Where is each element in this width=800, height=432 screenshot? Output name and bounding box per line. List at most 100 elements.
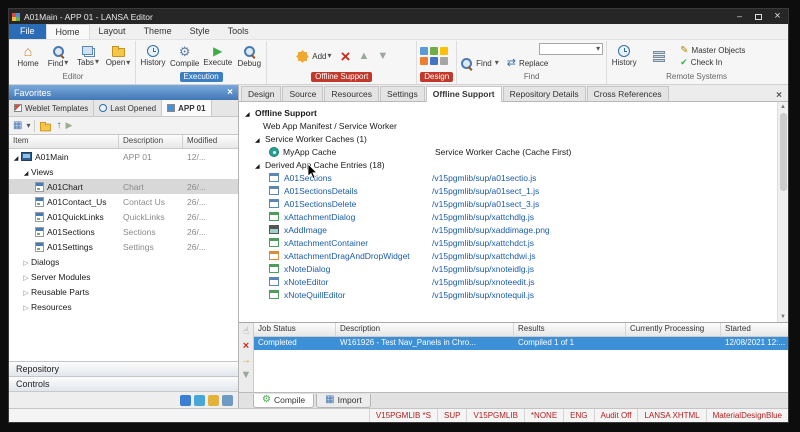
ribbon-tab-tools[interactable]: Tools bbox=[219, 24, 258, 39]
entry-name-link[interactable]: xNoteDialog bbox=[284, 264, 432, 274]
column-job-status[interactable]: Job Status bbox=[254, 323, 336, 336]
cache-entry-row[interactable]: xAddImage /v15pgmlib/sup/xaddimage.png bbox=[239, 223, 777, 236]
cache-entry-row[interactable]: xAttachmentContainer /v15pgmlib/sup/xatt… bbox=[239, 236, 777, 249]
close-panel-icon[interactable] bbox=[227, 88, 233, 98]
promote-icon[interactable] bbox=[243, 327, 249, 337]
entry-name-link[interactable]: xAttachmentDragAndDropWidget bbox=[284, 251, 432, 261]
cache-entry-row[interactable]: A01SectionsDelete /v15pgmlib/sup/a01sect… bbox=[239, 197, 777, 210]
cache-entry-row[interactable]: xAttachmentDialog /v15pgmlib/sup/xattchd… bbox=[239, 210, 777, 223]
entry-name-link[interactable]: xNoteEditor bbox=[284, 277, 432, 287]
export-icon[interactable] bbox=[56, 121, 61, 131]
tree-row[interactable]: A01Sections Sections 26/... bbox=[9, 224, 238, 239]
move-down-icon[interactable] bbox=[241, 370, 252, 381]
collapse-icon[interactable] bbox=[21, 257, 31, 267]
cache-entry-row[interactable]: xAttachmentDragAndDropWidget /v15pgmlib/… bbox=[239, 249, 777, 262]
entry-path-link[interactable]: /v15pgmlib/sup/xnoteedit.js bbox=[432, 277, 535, 287]
cache-entry-row[interactable]: xNoteQuillEditor /v15pgmlib/sup/xnotequi… bbox=[239, 288, 777, 301]
entry-path-link[interactable]: /v15pgmlib/sup/a01sect_1.js bbox=[432, 186, 539, 196]
tree-row-selected[interactable]: A01Chart Chart 26/... bbox=[9, 179, 238, 194]
derived-entries-node[interactable]: Derived App Cache Entries (18) bbox=[239, 158, 777, 171]
tree-row[interactable]: Dialogs bbox=[9, 254, 238, 269]
entry-name-link[interactable]: A01SectionsDetails bbox=[284, 186, 432, 196]
tab-source[interactable]: Source bbox=[282, 86, 323, 101]
ribbon-tab-style[interactable]: Style bbox=[181, 24, 219, 39]
entry-path-link[interactable]: /v15pgmlib/sup/xattchdlg.js bbox=[432, 212, 534, 222]
vertical-scrollbar[interactable]: ▲ ▼ bbox=[777, 102, 788, 322]
remote-server-button[interactable] bbox=[645, 51, 673, 62]
controls-panel-header[interactable]: Controls bbox=[9, 376, 238, 391]
master-objects-button[interactable]: Master Objects bbox=[680, 46, 745, 56]
view-mode-icon[interactable] bbox=[13, 121, 22, 131]
compile-button[interactable]: Compile bbox=[169, 45, 200, 68]
service-worker-caches-node[interactable]: Service Worker Caches (1) bbox=[239, 132, 777, 145]
entry-path-link[interactable]: /v15pgmlib/sup/xnotequil.js bbox=[432, 290, 534, 300]
offline-add-button[interactable]: Add bbox=[295, 50, 332, 63]
entry-path-link[interactable]: /v15pgmlib/sup/xaddimage.png bbox=[432, 225, 550, 235]
entry-name-link[interactable]: xAttachmentDialog bbox=[284, 212, 432, 222]
expand-icon[interactable] bbox=[255, 160, 265, 170]
tree-row[interactable]: A01Settings Settings 26/... bbox=[9, 239, 238, 254]
expand-icon[interactable] bbox=[11, 152, 21, 162]
scroll-down-icon[interactable]: ▼ bbox=[780, 312, 786, 322]
tree-row[interactable]: Views bbox=[9, 164, 238, 179]
entry-path-link[interactable]: /v15pgmlib/sup/xattchdct.js bbox=[432, 238, 534, 248]
design-tools-icons[interactable] bbox=[420, 47, 448, 65]
scrollbar-thumb[interactable] bbox=[780, 113, 787, 191]
tabs-button[interactable]: Tabs bbox=[74, 46, 102, 67]
tree-row[interactable]: A01Contact_Us Contact Us 26/... bbox=[9, 194, 238, 209]
tab-settings[interactable]: Settings bbox=[380, 86, 425, 101]
column-results[interactable]: Results bbox=[514, 323, 626, 336]
cache-entry-row[interactable]: xNoteEditor /v15pgmlib/sup/xnoteedit.js bbox=[239, 275, 777, 288]
execute-button[interactable]: Execute bbox=[202, 45, 233, 67]
move-down-icon[interactable] bbox=[377, 51, 388, 62]
move-up-icon[interactable] bbox=[358, 51, 369, 62]
delete-job-icon[interactable] bbox=[243, 341, 249, 352]
column-started[interactable]: Started bbox=[721, 323, 788, 336]
cache-entry-row[interactable]: xNoteDialog /v15pgmlib/sup/xnoteidlg.js bbox=[239, 262, 777, 275]
entry-path-link[interactable]: /v15pgmlib/sup/a01sect_3.js bbox=[432, 199, 539, 209]
tab-design[interactable]: Design bbox=[241, 86, 281, 101]
resubmit-icon[interactable] bbox=[241, 356, 251, 366]
entry-path-link[interactable]: /v15pgmlib/sup/a01sectio.js bbox=[432, 173, 536, 183]
ribbon-tab-home[interactable]: Home bbox=[46, 24, 90, 39]
maximize-button[interactable] bbox=[751, 14, 766, 20]
entry-path-link[interactable]: /v15pgmlib/sup/xnoteidlg.js bbox=[432, 264, 534, 274]
cache-entry-row[interactable]: A01Sections /v15pgmlib/sup/a01sectio.js bbox=[239, 171, 777, 184]
tree-row[interactable]: Resources bbox=[9, 299, 238, 314]
tab-cross-references[interactable]: Cross References bbox=[587, 86, 669, 101]
find-combobox[interactable] bbox=[539, 43, 603, 55]
expand-icon[interactable] bbox=[21, 167, 31, 177]
collapse-icon[interactable] bbox=[21, 287, 31, 297]
tab-repository-details[interactable]: Repository Details bbox=[503, 86, 586, 101]
collapse-icon[interactable] bbox=[21, 272, 31, 282]
column-description[interactable]: Description bbox=[336, 323, 514, 336]
minimize-button[interactable]: – bbox=[732, 9, 747, 24]
run-icon[interactable] bbox=[65, 121, 72, 130]
history-button[interactable]: History bbox=[139, 45, 167, 67]
expand-icon[interactable] bbox=[255, 134, 265, 144]
column-modified[interactable]: Modified bbox=[183, 135, 238, 148]
tab-compile[interactable]: Compile bbox=[253, 394, 314, 408]
cache-entry-row[interactable]: A01SectionsDetails /v15pgmlib/sup/a01sec… bbox=[239, 184, 777, 197]
ribbon-tab-layout[interactable]: Layout bbox=[90, 24, 135, 39]
tab-resources[interactable]: Resources bbox=[324, 86, 379, 101]
find-button[interactable]: Find bbox=[44, 45, 72, 68]
collapse-icon[interactable] bbox=[21, 302, 31, 312]
entry-name-link[interactable]: A01SectionsDelete bbox=[284, 199, 432, 209]
offline-support-root-node[interactable]: Offline Support bbox=[239, 106, 777, 119]
close-button[interactable]: × bbox=[770, 9, 785, 24]
job-row-selected[interactable]: Completed W161926 - Test Nav_Panels in C… bbox=[254, 337, 788, 350]
ribbon-tab-theme[interactable]: Theme bbox=[135, 24, 181, 39]
tab-app-01[interactable]: APP 01 bbox=[162, 100, 211, 116]
find-dropdown-button[interactable]: Find bbox=[460, 57, 499, 70]
tree-row[interactable]: A01QuickLinks QuickLinks 26/... bbox=[9, 209, 238, 224]
entry-name-link[interactable]: xNoteQuillEditor bbox=[284, 290, 432, 300]
tree-row[interactable]: A01Main APP 01 12/... bbox=[9, 149, 238, 164]
close-tab-icon[interactable] bbox=[772, 91, 786, 101]
cache-row[interactable]: MyApp Cache Service Worker Cache (Cache … bbox=[239, 145, 777, 158]
tab-import[interactable]: Import bbox=[316, 394, 371, 408]
column-currently-processing[interactable]: Currently Processing bbox=[626, 323, 721, 336]
manifest-node[interactable]: Web App Manifest / Service Worker bbox=[239, 119, 777, 132]
file-menu[interactable]: File bbox=[9, 24, 46, 39]
tree-row[interactable]: Server Modules bbox=[9, 269, 238, 284]
